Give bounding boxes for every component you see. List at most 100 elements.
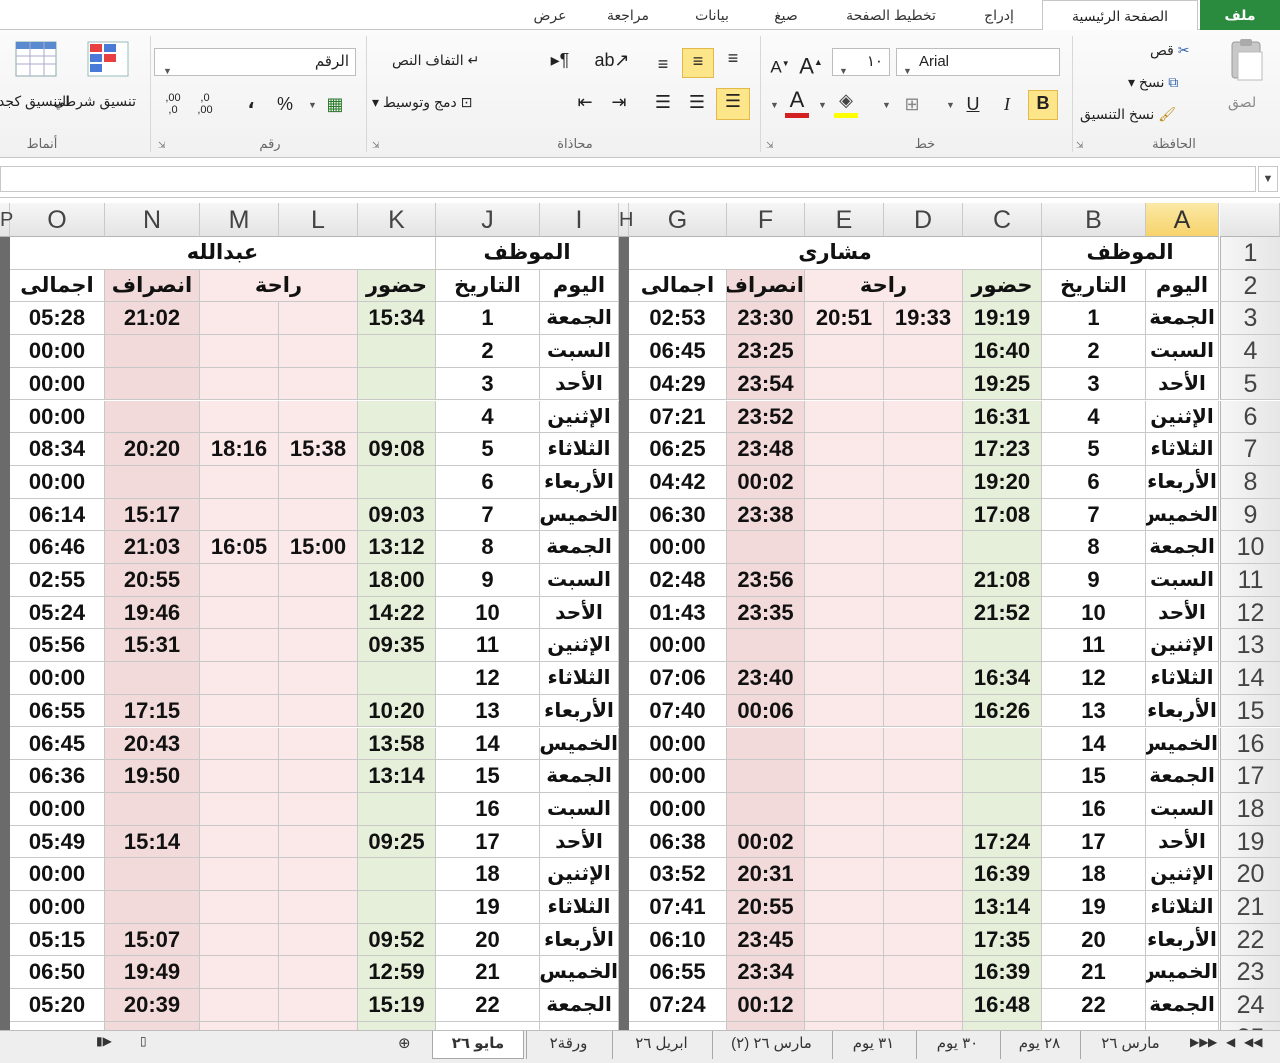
left-cell-total[interactable]: 00:00 bbox=[10, 662, 105, 695]
left-cell-total[interactable]: 05:20 bbox=[10, 989, 105, 1022]
right-cell-rest-start[interactable] bbox=[884, 858, 963, 891]
left-cell-out[interactable]: 20:39 bbox=[105, 989, 200, 1022]
row-header[interactable]: 8 bbox=[1220, 465, 1280, 499]
left-cell-day[interactable]: الجمعة bbox=[540, 760, 619, 793]
right-cell-total[interactable]: 02:53 bbox=[629, 302, 727, 336]
left-cell-out[interactable]: 19:50 bbox=[105, 760, 200, 793]
row-header[interactable]: 3 bbox=[1220, 302, 1280, 336]
left-cell-date[interactable]: 7 bbox=[436, 498, 540, 532]
right-cell-out[interactable]: 00:02 bbox=[727, 465, 805, 499]
left-cell-date[interactable]: 6 bbox=[436, 465, 540, 499]
fill-color-icon[interactable]: ◈ bbox=[830, 88, 862, 120]
left-cell-in[interactable] bbox=[358, 662, 436, 695]
left-cell-date[interactable]: 11 bbox=[436, 629, 540, 663]
left-cell-rest-end[interactable] bbox=[200, 760, 279, 793]
right-cell-day[interactable]: الإثنين bbox=[1146, 400, 1219, 434]
right-cell-rest-start[interactable] bbox=[884, 367, 963, 401]
left-cell-partial[interactable] bbox=[358, 1021, 436, 1030]
right-cell-date[interactable]: 7 bbox=[1042, 498, 1146, 532]
tab-formulas[interactable]: صيغ bbox=[756, 0, 816, 30]
right-cell-day[interactable]: الأحد bbox=[1146, 825, 1219, 859]
accounting-format-icon[interactable]: ▦ bbox=[320, 92, 350, 116]
right-cell-date[interactable]: 10 bbox=[1042, 596, 1146, 630]
right-cell-in[interactable]: 16:34 bbox=[963, 662, 1042, 695]
right-cell-date[interactable]: 13 bbox=[1042, 694, 1146, 728]
row-header[interactable]: 2 bbox=[1220, 269, 1280, 303]
right-cell-day[interactable]: الإثنين bbox=[1146, 858, 1219, 891]
tab-data[interactable]: بيانات bbox=[680, 0, 744, 30]
formula-input[interactable] bbox=[0, 166, 1256, 192]
right-cell-rest-end[interactable] bbox=[805, 596, 884, 630]
row-header[interactable]: 18 bbox=[1220, 792, 1280, 826]
left-cell-out[interactable]: 21:02 bbox=[105, 302, 200, 336]
row-header[interactable]: 21 bbox=[1220, 891, 1280, 924]
left-cell-total[interactable]: 05:49 bbox=[10, 825, 105, 859]
left-cell-date[interactable]: 5 bbox=[436, 433, 540, 466]
right-cell-in[interactable]: 21:08 bbox=[963, 564, 1042, 597]
right-cell-out[interactable] bbox=[727, 727, 805, 761]
left-cell-in[interactable]: 09:25 bbox=[358, 825, 436, 859]
right-cell-out[interactable] bbox=[727, 531, 805, 564]
left-cell-in[interactable]: 13:58 bbox=[358, 727, 436, 761]
left-cell-out[interactable]: 15:17 bbox=[105, 498, 200, 532]
right-cell-date[interactable]: 16 bbox=[1042, 792, 1146, 826]
right-header-date[interactable]: التاريخ bbox=[1042, 269, 1146, 303]
left-cell-total[interactable]: 00:00 bbox=[10, 891, 105, 924]
right-cell-total[interactable]: 06:55 bbox=[629, 956, 727, 990]
right-cell-date[interactable]: 6 bbox=[1042, 465, 1146, 499]
left-cell-in[interactable] bbox=[358, 858, 436, 891]
right-cell-date[interactable]: 12 bbox=[1042, 662, 1146, 695]
spreadsheet-grid[interactable]: A B C D E F G H I J K L M N O P 1 2 3 4 5 6 7 8 9 10 11 12 13 14 15 16 1… bbox=[0, 203, 1280, 1030]
row-header[interactable]: 24 bbox=[1220, 989, 1280, 1022]
left-cell-rest-end[interactable] bbox=[200, 891, 279, 924]
row-header[interactable]: 16 bbox=[1220, 727, 1280, 761]
left-cell-in[interactable] bbox=[358, 891, 436, 924]
left-cell-rest-start[interactable] bbox=[279, 367, 358, 401]
chevron-down-icon[interactable]: ▼ bbox=[882, 100, 891, 110]
left-cell-rest-start[interactable] bbox=[279, 956, 358, 990]
italic-button[interactable]: I bbox=[994, 92, 1020, 116]
clipboard-launcher-icon[interactable]: ⇲ bbox=[1076, 140, 1084, 151]
right-cell-in[interactable]: 17:08 bbox=[963, 498, 1042, 532]
right-cell-out[interactable]: 20:31 bbox=[727, 858, 805, 891]
conditional-format-button[interactable]: تنسيق شرطي bbox=[53, 92, 136, 110]
right-cell-out[interactable]: 23:48 bbox=[727, 433, 805, 466]
left-cell-day[interactable]: السبت bbox=[540, 792, 619, 826]
sheet-tab[interactable]: ابريل ٢٦ bbox=[612, 1031, 710, 1059]
font-color-icon[interactable]: A bbox=[782, 88, 812, 120]
left-cell-in[interactable] bbox=[358, 792, 436, 826]
left-header-day[interactable]: اليوم bbox=[540, 269, 619, 303]
left-header-rest[interactable]: راحة bbox=[200, 269, 358, 303]
right-cell-day[interactable]: الثلاثاء bbox=[1146, 662, 1219, 695]
left-cell-in[interactable]: 18:00 bbox=[358, 564, 436, 597]
right-cell-rest-start[interactable] bbox=[884, 694, 963, 728]
alignment-launcher-icon[interactable]: ⇲ bbox=[372, 140, 380, 151]
chevron-down-icon[interactable]: ▼ bbox=[308, 100, 317, 110]
row-header[interactable]: 12 bbox=[1220, 596, 1280, 630]
right-cell-in[interactable]: 19:20 bbox=[963, 465, 1042, 499]
left-cell-day[interactable]: الثلاثاء bbox=[540, 662, 619, 695]
right-cell-date[interactable]: 2 bbox=[1042, 335, 1146, 368]
left-cell-partial[interactable] bbox=[105, 1021, 200, 1030]
right-cell-day[interactable]: الأربعاء bbox=[1146, 465, 1219, 499]
grow-font-icon[interactable]: A▲ bbox=[798, 50, 824, 78]
right-cell-total[interactable]: 06:10 bbox=[629, 923, 727, 957]
right-cell-rest-start[interactable]: 19:33 bbox=[884, 302, 963, 336]
left-cell-rest-start[interactable] bbox=[279, 335, 358, 368]
right-cell-day[interactable]: الجمعة bbox=[1146, 302, 1219, 336]
row-header[interactable]: 5 bbox=[1220, 367, 1280, 401]
right-cell-day[interactable]: الجمعة bbox=[1146, 989, 1219, 1022]
left-cell-day[interactable]: الإثنين bbox=[540, 629, 619, 663]
right-cell-date[interactable]: 8 bbox=[1042, 531, 1146, 564]
right-cell-date[interactable]: 11 bbox=[1042, 629, 1146, 663]
right-cell-rest-start[interactable] bbox=[884, 662, 963, 695]
right-cell-rest-start[interactable] bbox=[884, 564, 963, 597]
left-cell-out[interactable] bbox=[105, 400, 200, 434]
hscroll-thumb-icon[interactable]: ▯ bbox=[140, 1034, 147, 1048]
right-cell-out[interactable]: 23:38 bbox=[727, 498, 805, 532]
right-cell-day[interactable]: الأربعاء bbox=[1146, 923, 1219, 957]
right-cell-total[interactable]: 06:25 bbox=[629, 433, 727, 466]
left-cell-date[interactable]: 14 bbox=[436, 727, 540, 761]
right-header-in[interactable]: حضور bbox=[963, 269, 1042, 303]
left-cell-out[interactable] bbox=[105, 662, 200, 695]
